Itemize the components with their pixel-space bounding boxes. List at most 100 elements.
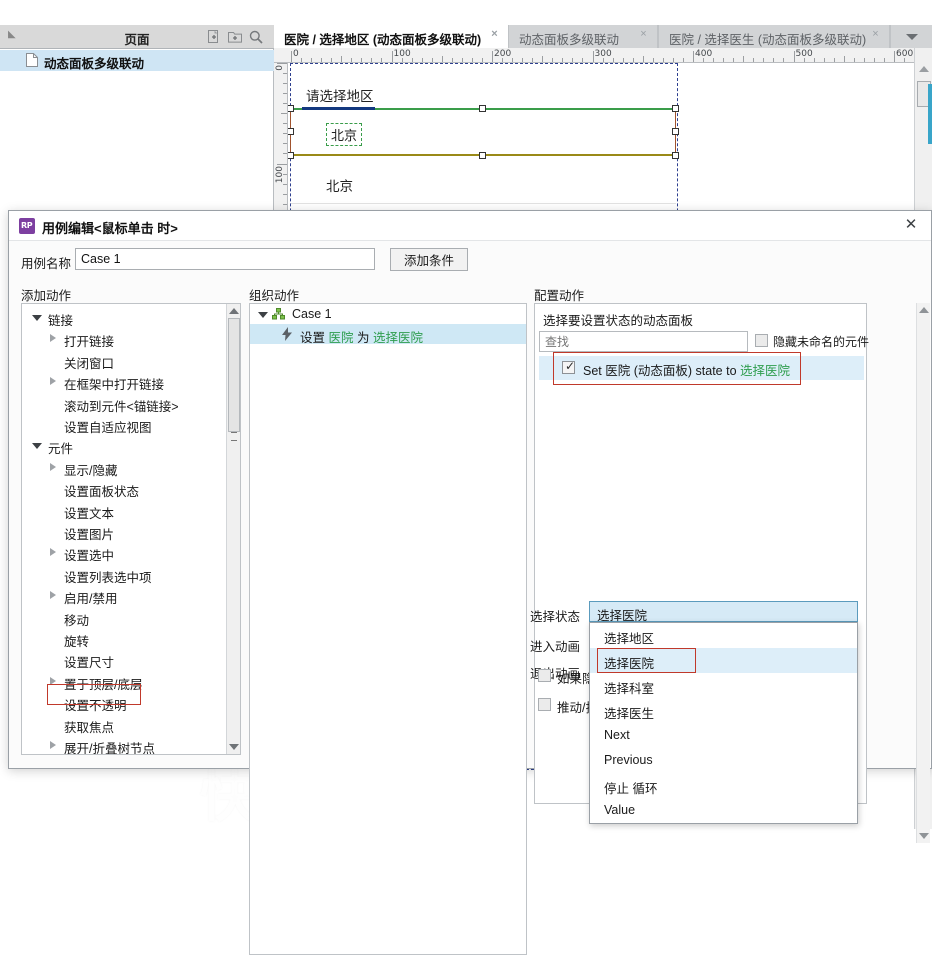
scroll-up-icon[interactable] — [919, 66, 929, 72]
organize-action-list[interactable]: Case 1 设置 医院 为 选择医院 — [249, 303, 527, 955]
resize-handle[interactable] — [288, 128, 294, 135]
action-tree-item[interactable]: 关闭窗口 — [22, 350, 228, 372]
action-tree-item[interactable]: 移动 — [22, 607, 228, 629]
dialog-scrollbar[interactable] — [916, 303, 930, 843]
search-icon[interactable] — [248, 29, 264, 45]
sidebar-item-page[interactable]: 动态面板多级联动 — [0, 50, 274, 71]
action-tree-item[interactable]: 设置图片 — [22, 521, 228, 543]
add-folder-icon[interactable] — [227, 29, 243, 45]
organize-case-node[interactable]: Case 1 — [250, 304, 526, 324]
action-tree-item[interactable]: 链接 — [22, 307, 228, 329]
dropdown-option[interactable]: 停止 循环 — [590, 773, 857, 798]
ruler-tick — [683, 58, 684, 62]
ruler-tick — [283, 194, 287, 195]
collapse-arrow-icon[interactable] — [50, 463, 56, 471]
action-tree-scrollbar[interactable] — [226, 304, 240, 754]
state-dropdown-menu[interactable]: 选择地区选择医院选择科室选择医生NextPrevious停止 循环Value — [589, 622, 858, 824]
scroll-up-icon[interactable] — [229, 308, 239, 314]
add-page-icon[interactable] — [206, 29, 222, 45]
action-tree-item[interactable]: 元件 — [22, 435, 228, 457]
canvas-selected-label[interactable]: 北京 — [326, 123, 362, 146]
action-tree-label: 设置自适应视图 — [64, 417, 152, 436]
resize-handle[interactable] — [672, 105, 679, 112]
dropdown-option[interactable]: Previous — [590, 748, 857, 773]
close-icon[interactable]: ✕ — [903, 217, 919, 233]
collapse-arrow-icon[interactable] — [50, 548, 56, 556]
ruler-tick — [291, 51, 292, 62]
dropdown-option[interactable]: 选择医院 — [590, 648, 857, 673]
ruler-tick — [844, 56, 845, 62]
tab-overflow-button[interactable] — [890, 25, 932, 48]
scrollbar-thumb[interactable] — [228, 318, 240, 432]
resize-handle[interactable] — [288, 152, 294, 159]
push-pull-checkbox[interactable] — [538, 698, 551, 711]
hide-unnamed-checkbox[interactable] — [755, 334, 768, 347]
action-tree-item[interactable]: 启用/禁用 — [22, 585, 228, 607]
collapse-arrow-icon[interactable] — [50, 741, 56, 749]
tab-hospital-select-doctor[interactable]: 医院 / 选择医生 (动态面板多级联动) × — [658, 25, 890, 48]
action-target: 医院 — [328, 331, 353, 345]
dropdown-option[interactable]: Next — [590, 723, 857, 748]
dropdown-option-label: 选择地区 — [604, 628, 654, 647]
collapse-arrow-icon[interactable] — [50, 334, 56, 342]
action-tree-item[interactable]: 设置列表选中项 — [22, 564, 228, 586]
dropdown-option-label: 选择科室 — [604, 678, 654, 697]
action-tree-label: 设置图片 — [64, 524, 114, 543]
action-tree-item[interactable]: 在框架中打开链接 — [22, 371, 228, 393]
close-icon[interactable]: × — [489, 29, 500, 40]
dropdown-option[interactable]: 选择科室 — [590, 673, 857, 698]
expand-arrow-icon[interactable] — [258, 312, 268, 318]
ruler-label: 0 — [275, 65, 285, 71]
dialog-title-bar: RP 用例编辑<鼠标单击 时> ✕ — [9, 211, 931, 241]
if-hidden-checkbox[interactable] — [538, 669, 551, 682]
ruler-tick — [482, 58, 483, 62]
resize-handle[interactable] — [479, 105, 486, 112]
dropdown-option[interactable]: 选择地区 — [590, 623, 857, 648]
scroll-up-icon[interactable] — [919, 307, 929, 313]
scroll-down-icon[interactable] — [919, 833, 929, 839]
case-name-input[interactable] — [75, 248, 375, 270]
scroll-down-icon[interactable] — [229, 744, 239, 750]
canvas-below-text[interactable]: 北京 — [326, 175, 353, 195]
dropdown-option[interactable]: 选择医生 — [590, 698, 857, 723]
organize-action-row[interactable]: 设置 医院 为 选择医院 — [250, 324, 526, 344]
action-tree-item[interactable]: 显示/隐藏 — [22, 457, 228, 479]
expand-arrow-icon[interactable] — [32, 315, 42, 321]
resize-handle[interactable] — [672, 152, 679, 159]
resize-handle[interactable] — [479, 152, 486, 159]
close-icon[interactable]: × — [870, 29, 881, 40]
ruler-tick — [311, 58, 312, 62]
action-tree-item[interactable]: 设置自适应视图 — [22, 414, 228, 436]
action-tree-item[interactable]: 设置文本 — [22, 500, 228, 522]
add-condition-button[interactable]: 添加条件 — [390, 248, 468, 271]
close-icon[interactable]: × — [638, 29, 649, 40]
tab-hospital-select-region[interactable]: 医院 / 选择地区 (动态面板多级联动) × — [274, 25, 508, 48]
collapse-arrow-icon[interactable] — [50, 591, 56, 599]
widget-search-input[interactable] — [539, 331, 748, 352]
action-tree-item[interactable]: 设置选中 — [22, 542, 228, 564]
ruler-label: 500 — [796, 49, 813, 59]
action-tree-item[interactable]: 旋转 — [22, 628, 228, 650]
action-tree-item[interactable]: 滚动到元件<锚链接> — [22, 393, 228, 415]
expand-arrow-icon[interactable] — [32, 443, 42, 449]
ruler-tick — [361, 58, 362, 62]
action-tree-item[interactable]: 展开/折叠树节点 — [22, 735, 228, 755]
collapse-arrow-icon[interactable] — [50, 377, 56, 385]
ruler-tick — [532, 58, 533, 62]
tab-dynamic-panel-cascade[interactable]: 动态面板多级联动 × — [508, 25, 658, 48]
resize-handle[interactable] — [288, 105, 294, 112]
canvas-prompt-text[interactable]: 请选择地区 — [306, 85, 374, 105]
action-tree-item[interactable]: 获取焦点 — [22, 714, 228, 736]
select-state-dropdown[interactable]: 选择医院 — [589, 601, 858, 622]
action-mid: 为 — [354, 331, 373, 345]
ruler-tick — [283, 133, 287, 134]
resize-handle[interactable] — [672, 128, 679, 135]
ruler-tick — [582, 58, 583, 62]
action-tree-item[interactable]: 设置尺寸 — [22, 649, 228, 671]
action-tree-item[interactable]: 打开链接 — [22, 328, 228, 350]
ruler-label: 100 — [394, 49, 411, 59]
action-tree-item[interactable]: 设置面板状态 — [22, 478, 228, 500]
dropdown-option[interactable]: Value — [590, 798, 857, 823]
ruler-tick — [864, 58, 865, 62]
action-tree-label: 获取焦点 — [64, 717, 114, 736]
